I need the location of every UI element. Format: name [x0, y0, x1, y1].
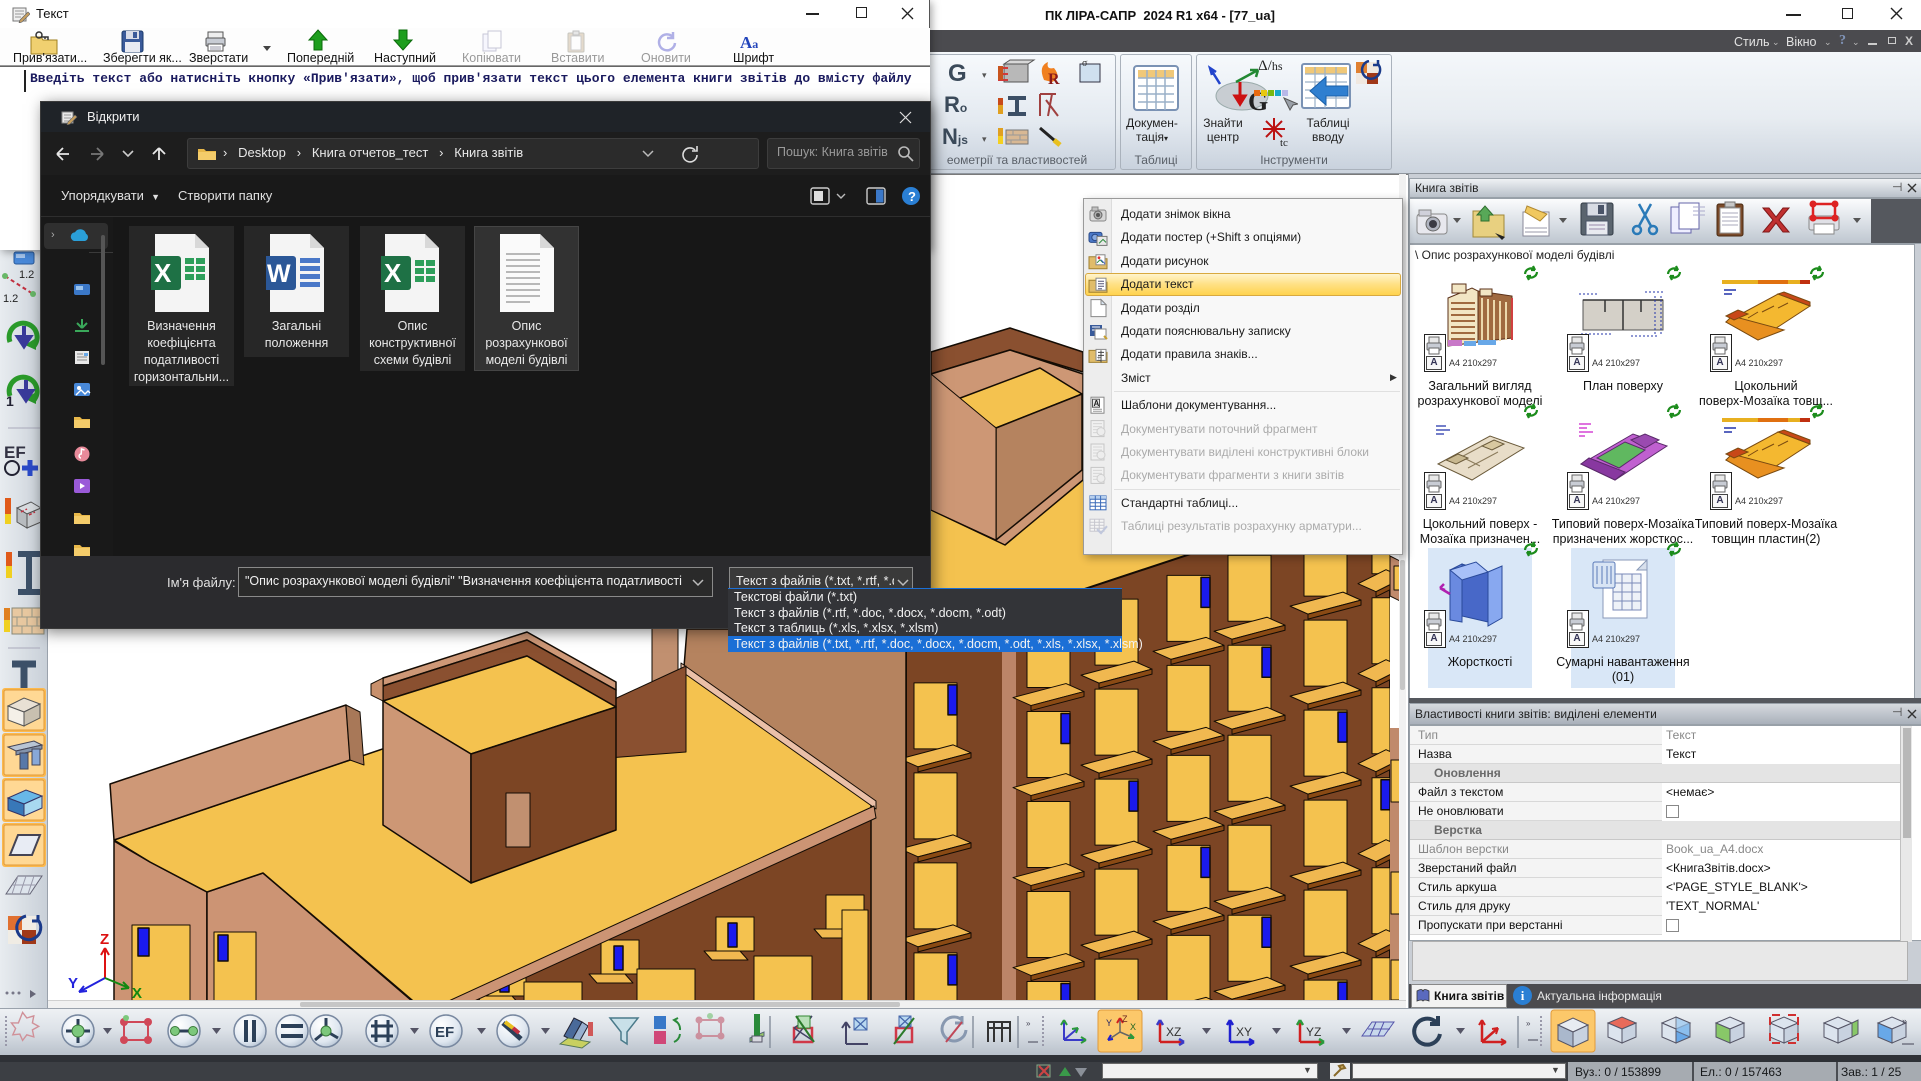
svg-text:1.2: 1.2 — [3, 293, 18, 305]
svg-text:1: 1 — [6, 393, 14, 409]
svg-text:σ: σ — [1082, 58, 1088, 69]
svg-text:Z: Z — [1122, 1014, 1128, 1024]
svg-text:»: » — [1902, 1016, 1907, 1026]
svg-text:EF: EF — [435, 1024, 454, 1041]
svg-text:X: X — [154, 258, 172, 288]
svg-text:Y: Y — [1106, 1018, 1112, 1028]
svg-text:YZ: YZ — [1306, 1025, 1321, 1039]
svg-text:Aa: Aa — [740, 33, 758, 52]
svg-text:±: ± — [1097, 355, 1101, 362]
svg-text:X: X — [1130, 1022, 1136, 1032]
svg-text:EF: EF — [4, 443, 26, 462]
svg-text:»: » — [1526, 1019, 1531, 1028]
svg-text:Z: Z — [100, 931, 109, 948]
svg-text:Y: Y — [68, 975, 78, 992]
svg-text:XZ: XZ — [1166, 1025, 1181, 1039]
svg-text:XY: XY — [1236, 1025, 1252, 1039]
svg-text:?: ? — [908, 189, 916, 204]
svg-text:X: X — [384, 258, 402, 288]
svg-text:tc: tc — [1280, 137, 1288, 149]
svg-text:1.2: 1.2 — [19, 269, 34, 281]
svg-text:»: » — [1026, 1019, 1031, 1028]
svg-text:A: A — [1094, 399, 1100, 408]
svg-text:R: R — [1048, 71, 1060, 88]
svg-text:W: W — [267, 260, 291, 288]
